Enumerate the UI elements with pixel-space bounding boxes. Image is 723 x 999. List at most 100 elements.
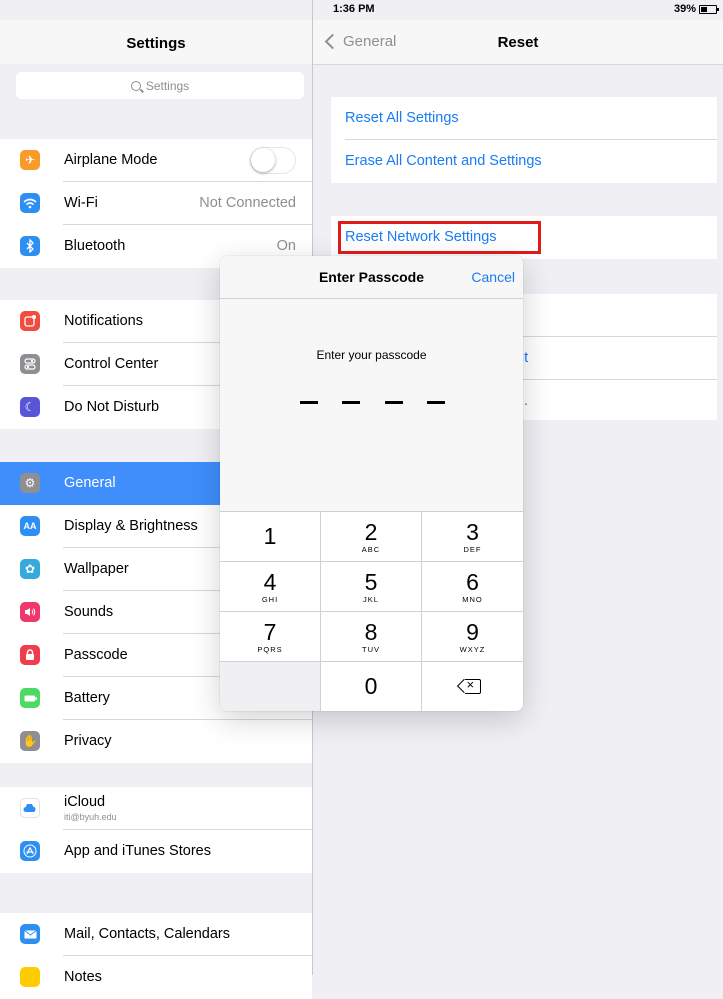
- sidebar-item-label: Battery: [64, 690, 110, 706]
- key-7[interactable]: 7 PQRS: [220, 611, 321, 661]
- sidebar-item-wifi[interactable]: Wi-Fi Not Connected: [0, 182, 312, 225]
- cancel-button[interactable]: Cancel: [471, 269, 515, 285]
- battery-icon: [699, 4, 719, 14]
- sidebar-item-notes[interactable]: Notes: [0, 956, 312, 999]
- wallpaper-icon: ✿: [20, 559, 40, 579]
- key-letters: MNO: [462, 595, 483, 604]
- key-3[interactable]: 3 DEF: [422, 511, 523, 561]
- sidebar-item-label: Notes: [64, 969, 102, 985]
- notes-icon: [20, 967, 40, 987]
- delete-key[interactable]: [422, 661, 523, 711]
- key-digit: 6: [466, 569, 479, 595]
- sidebar-item-privacy[interactable]: ✋ Privacy: [0, 720, 312, 763]
- key-5[interactable]: 5 JKL: [321, 561, 422, 611]
- search-input[interactable]: Settings: [16, 72, 304, 99]
- key-blank: [220, 661, 321, 711]
- reset-option-label: Erase All Content and Settings: [345, 153, 542, 169]
- passcode-digit-slot: [426, 401, 445, 404]
- notifications-icon: [20, 311, 40, 331]
- clock: 1:36 PM: [333, 3, 375, 15]
- sidebar-item-label: Bluetooth: [64, 238, 126, 254]
- sidebar-item-label: Passcode: [64, 647, 128, 663]
- key-digit: 9: [466, 619, 479, 645]
- passcode-digit-slot: [342, 401, 361, 404]
- reset-all-settings-button[interactable]: Reset All Settings: [331, 97, 717, 140]
- highlight-annotation: [338, 221, 541, 254]
- key-letters: GHI: [261, 595, 279, 604]
- passcode-prompt: Enter your passcode: [316, 348, 427, 362]
- toggle-knob: [251, 148, 275, 172]
- search-placeholder: Settings: [145, 78, 190, 93]
- sidebar-item-label: Wi-Fi: [64, 195, 98, 211]
- sidebar-item-label: Wallpaper: [64, 561, 129, 577]
- key-2[interactable]: 2 ABC: [321, 511, 422, 561]
- passcode-field[interactable]: [300, 401, 445, 404]
- gear-icon: ⚙: [20, 473, 40, 493]
- settings-group-connectivity: ✈ Airplane Mode Wi-Fi Not Connected Blue…: [0, 139, 312, 268]
- moon-icon: ☾: [20, 397, 40, 417]
- sidebar-item-label: App and iTunes Stores: [64, 843, 211, 859]
- settings-group-apps: Mail, Contacts, Calendars Notes: [0, 913, 312, 999]
- battery-icon: [20, 688, 40, 708]
- wifi-icon: [20, 193, 40, 213]
- passcode-sheet: Enter Passcode Cancel Enter your passcod…: [220, 256, 523, 711]
- reset-group-primary: Reset All Settings Erase All Content and…: [331, 97, 717, 183]
- key-digit: 8: [364, 619, 378, 645]
- sidebar-item-icloud[interactable]: iCloud iti@byuh.edu: [0, 787, 312, 830]
- sidebar-item-app-itunes-stores[interactable]: App and iTunes Stores: [0, 830, 312, 873]
- key-0[interactable]: 0: [321, 661, 422, 711]
- airplane-mode-toggle[interactable]: [250, 147, 296, 174]
- bluetooth-icon: [20, 236, 40, 256]
- sidebar-item-label: iCloud: [64, 794, 106, 810]
- passcode-digit-slot: [300, 401, 318, 404]
- sidebar-item-label: General: [64, 475, 116, 491]
- key-letters: DEF: [463, 545, 482, 554]
- cloud-icon: [20, 798, 40, 818]
- settings-group-accounts: iCloud iti@byuh.edu App and iTunes Store…: [0, 787, 312, 873]
- key-digit: 0: [364, 673, 378, 699]
- app-store-icon: [20, 841, 40, 861]
- key-6[interactable]: 6 MNO: [422, 561, 523, 611]
- key-8[interactable]: 8 TUV: [321, 611, 422, 661]
- sidebar-item-label: Notifications: [64, 313, 143, 329]
- key-digit: 1: [263, 523, 277, 549]
- key-digit: 2: [364, 519, 378, 545]
- sidebar-nav-bar: Settings: [0, 20, 312, 64]
- sidebar-item-airplane-mode[interactable]: ✈ Airplane Mode: [0, 139, 312, 182]
- sidebar-title: Settings: [126, 35, 186, 52]
- reset-option-label: Reset All Settings: [345, 110, 459, 126]
- sidebar-item-label: Do Not Disturb: [64, 399, 160, 415]
- key-9[interactable]: 9 WXYZ: [422, 611, 523, 661]
- key-digit: 7: [263, 619, 277, 645]
- key-letters: PQRS: [257, 645, 283, 654]
- key-digit: 5: [364, 569, 378, 595]
- bluetooth-status: On: [276, 238, 296, 254]
- key-digit: 4: [263, 569, 277, 595]
- sidebar-item-label: Control Center: [64, 356, 159, 372]
- battery-status: 39%: [674, 3, 719, 15]
- sidebar-item-label: Airplane Mode: [64, 152, 158, 168]
- sidebar-item-label: Display & Brightness: [64, 518, 198, 534]
- sheet-header: Enter Passcode Cancel: [220, 256, 523, 299]
- lock-icon: [20, 645, 40, 665]
- key-4[interactable]: 4 GHI: [220, 561, 321, 611]
- sidebar-item-label: Privacy: [64, 733, 112, 749]
- key-letters: WXYZ: [459, 645, 486, 654]
- key-1[interactable]: 1: [220, 511, 321, 561]
- mail-icon: [20, 924, 40, 944]
- reset-option-label: .: [524, 393, 529, 409]
- erase-all-content-button[interactable]: Erase All Content and Settings: [331, 140, 717, 183]
- sidebar-item-label: Sounds: [64, 604, 114, 620]
- key-letters: TUV: [362, 645, 380, 654]
- control-center-icon: [20, 354, 40, 374]
- detail-nav-bar: General Reset: [313, 20, 723, 65]
- numeric-keypad: 1 2 ABC 3 DEF 4 GHI 5 JKL 6 MNO 7 PQRS 8…: [220, 511, 523, 711]
- key-letters: JKL: [363, 595, 379, 604]
- search-icon: [130, 80, 141, 91]
- airplane-icon: ✈: [20, 150, 40, 170]
- sidebar-item-mail-contacts-calendars[interactable]: Mail, Contacts, Calendars: [0, 913, 312, 956]
- hand-icon: ✋: [20, 731, 40, 751]
- wifi-status: Not Connected: [199, 195, 296, 211]
- page-title: Reset: [497, 34, 539, 51]
- sidebar-item-label: Mail, Contacts, Calendars: [64, 926, 231, 942]
